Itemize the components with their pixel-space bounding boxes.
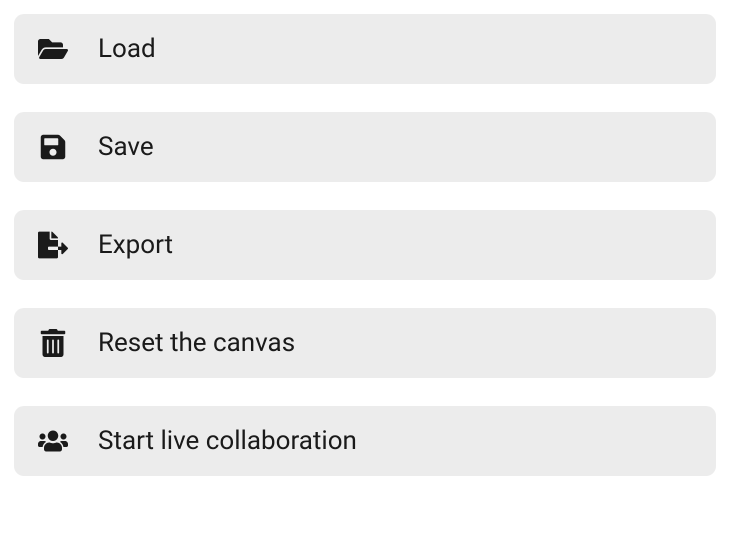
- save-icon: [38, 133, 68, 161]
- menu-item-label: Start live collaboration: [98, 426, 357, 456]
- menu-item-save[interactable]: Save: [14, 112, 716, 182]
- menu-item-label: Load: [98, 34, 156, 64]
- trash-icon: [38, 329, 68, 357]
- menu-item-export[interactable]: Export: [14, 210, 716, 280]
- users-icon: [38, 427, 68, 455]
- menu-item-label: Reset the canvas: [98, 328, 295, 358]
- menu-item-reset[interactable]: Reset the canvas: [14, 308, 716, 378]
- menu-item-load[interactable]: Load: [14, 14, 716, 84]
- menu-item-label: Save: [98, 132, 154, 162]
- menu-item-collab[interactable]: Start live collaboration: [14, 406, 716, 476]
- menu-item-label: Export: [98, 230, 173, 260]
- menu-list: Load Save Export Reset the canvas Start …: [14, 14, 716, 476]
- export-icon: [38, 231, 68, 259]
- folder-open-icon: [38, 35, 68, 63]
